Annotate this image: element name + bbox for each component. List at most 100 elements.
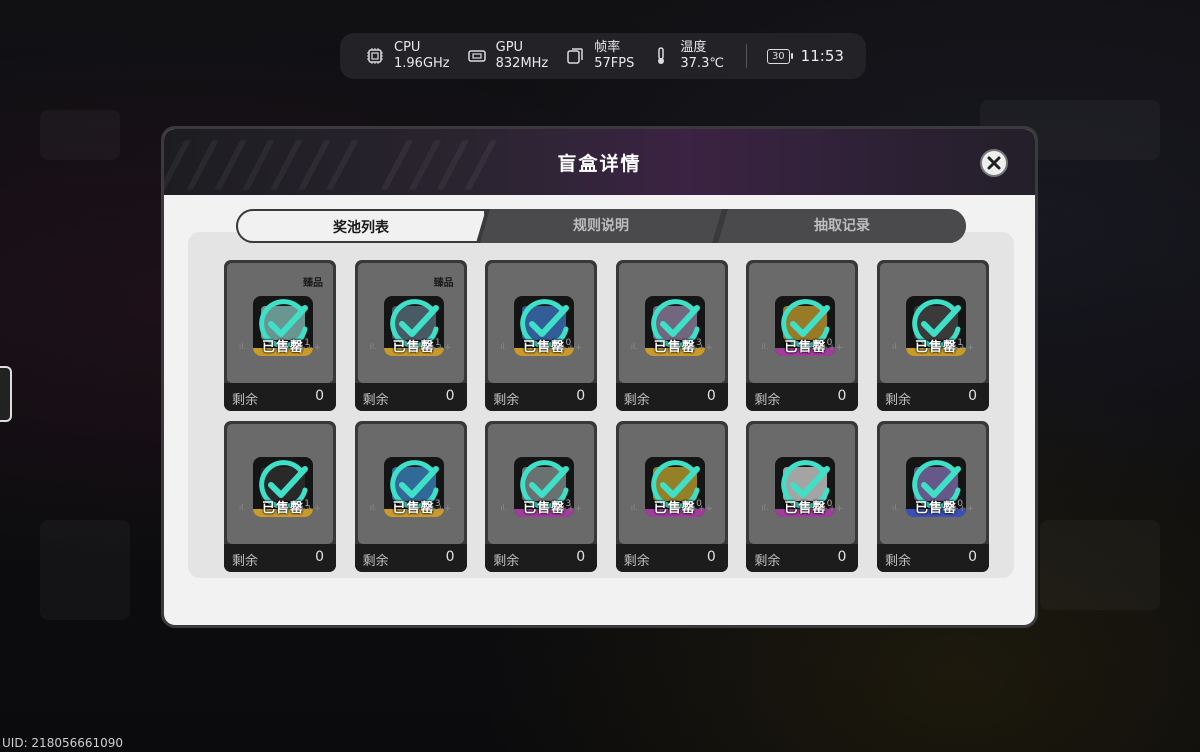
fps-value: 57FPS <box>594 56 635 71</box>
background-tile <box>40 110 120 160</box>
side-handle-button[interactable] <box>0 366 12 422</box>
card-decoration: +++ <box>298 343 321 353</box>
prize-card-footer: 剩余 0 <box>354 544 467 572</box>
remaining-label: 剩余 <box>885 393 912 408</box>
prize-card-face: 1 已售罄 ıl. +++ <box>880 263 986 383</box>
tab-prize-pool[interactable]: 奖池列表 <box>236 209 486 243</box>
remaining-label: 剩余 <box>623 554 650 569</box>
remaining-label: 剩余 <box>493 554 520 569</box>
remaining-count: 0 <box>445 388 455 404</box>
prize-card-face: 0 已售罄 ıl. +++ <box>749 424 856 544</box>
remaining-count: 0 <box>315 549 324 565</box>
card-decoration: ıl. <box>500 503 508 512</box>
prize-card[interactable]: 3 已售罄 ıl. +++ 剩余 0 <box>485 421 598 572</box>
card-decoration: +++ <box>951 343 974 353</box>
remaining-label: 剩余 <box>362 554 389 569</box>
background-tile <box>1040 520 1160 610</box>
card-decoration: +++ <box>428 343 452 353</box>
prize-card-face: 臻品 1 已售罄 ıl. +++ <box>357 263 464 383</box>
tab-rules[interactable]: 规则说明 <box>480 209 722 243</box>
card-decoration: ıl. <box>892 342 899 351</box>
prize-card-face: 0 已售罄 ıl. +++ <box>618 424 725 544</box>
card-decoration: ıl. <box>761 503 769 512</box>
background-tile <box>40 520 130 620</box>
cpu-label: CPU <box>394 40 421 55</box>
gpu-icon <box>467 47 486 65</box>
dialog-header: /////// //// 盲盒详情 <box>164 129 1035 199</box>
remaining-label: 剩余 <box>493 393 520 408</box>
featured-badge: 臻品 <box>303 278 323 289</box>
remaining-count: 0 <box>968 388 977 404</box>
prize-card-face: 0 已售罄 ıl. +++ <box>488 263 595 383</box>
user-id: UID: 218056661090 <box>2 736 124 750</box>
gpu-label: GPU <box>495 40 524 55</box>
temperature-value: 37.3℃ <box>680 56 724 71</box>
card-decoration: +++ <box>951 504 974 514</box>
battery-icon: 30 <box>766 48 793 64</box>
prize-card[interactable]: 1 已售罄 ıl. +++ 剩余 0 <box>224 421 336 572</box>
prize-card-footer: 剩余 0 <box>354 383 467 411</box>
tab-bar: 奖池列表 规则说明 抽取记录 <box>236 209 966 243</box>
prize-card-footer: 剩余 0 <box>224 544 336 572</box>
prize-card-footer: 剩余 0 <box>746 383 859 411</box>
fps-stat: 帧率 57FPS <box>566 40 634 72</box>
prize-card-footer: 剩余 0 <box>877 544 989 572</box>
prize-card-face: 0 已售罄 ıl. +++ <box>880 424 986 544</box>
prize-card-footer: 剩余 0 <box>615 544 728 572</box>
remaining-label: 剩余 <box>362 393 389 408</box>
prize-card-face: 臻品 1 已售罄 ıl. +++ <box>227 263 333 383</box>
cpu-value: 1.96GHz <box>394 56 450 71</box>
card-decoration: +++ <box>820 504 844 514</box>
tab-draw-history[interactable]: 抽取记录 <box>718 209 966 243</box>
remaining-count: 0 <box>576 388 586 404</box>
prize-card[interactable]: 0 已售罄 ıl. +++ 剩余 0 <box>746 260 859 411</box>
prize-card[interactable]: 臻品 1 已售罄 ıl. +++ 剩余 0 <box>224 260 336 411</box>
prize-card[interactable]: 3 已售罄 ıl. +++ 剩余 0 <box>354 421 467 572</box>
clock: 11:53 <box>800 47 844 65</box>
card-decoration: +++ <box>298 504 321 514</box>
card-decoration: +++ <box>690 343 713 353</box>
prize-card[interactable]: 3 已售罄 ıl. +++ 剩余 0 <box>615 260 728 411</box>
remaining-label: 剩余 <box>754 393 781 408</box>
close-button[interactable] <box>980 149 1008 177</box>
card-decoration: ıl. <box>369 503 377 512</box>
card-decoration: ıl. <box>630 503 638 512</box>
remaining-count: 0 <box>445 549 455 565</box>
prize-card-footer: 剩余 0 <box>746 544 859 572</box>
remaining-count: 0 <box>837 388 847 404</box>
card-decoration: +++ <box>428 504 452 514</box>
cpu-icon <box>366 47 384 65</box>
temperature-stat: 温度 37.3℃ <box>652 40 724 72</box>
remaining-label: 剩余 <box>754 554 781 569</box>
remaining-label: 剩余 <box>232 554 259 569</box>
prize-card-face: 0 已售罄 ıl. +++ <box>749 263 856 383</box>
prize-card[interactable]: 0 已售罄 ıl. +++ 剩余 0 <box>615 421 728 572</box>
prize-card-footer: 剩余 0 <box>877 383 989 411</box>
performance-overlay: CPU 1.96GHz GPU 832MHz 帧率 57FPS 温度 37.3℃ 30 … <box>340 33 866 79</box>
remaining-label: 剩余 <box>623 393 650 408</box>
prize-card[interactable]: 0 已售罄 ıl. +++ 剩余 0 <box>746 421 859 572</box>
close-icon <box>987 156 1001 170</box>
remaining-count: 0 <box>315 388 324 404</box>
prize-card[interactable]: 0 已售罄 ıl. +++ 剩余 0 <box>877 421 989 572</box>
featured-badge: 臻品 <box>433 278 454 289</box>
card-decoration: +++ <box>559 343 583 353</box>
temperature-label: 温度 <box>680 40 707 55</box>
dialog-title: 盲盒详情 <box>557 153 642 175</box>
remaining-count: 0 <box>706 549 716 565</box>
card-decoration: +++ <box>820 343 844 353</box>
remaining-count: 0 <box>968 549 977 565</box>
card-decoration: ıl. <box>630 342 638 351</box>
card-decoration: ıl. <box>892 503 899 512</box>
remaining-label: 剩余 <box>885 554 912 569</box>
card-decoration: ıl. <box>500 342 508 351</box>
cpu-stat: CPU 1.96GHz <box>366 40 450 72</box>
prize-card[interactable]: 1 已售罄 ıl. +++ 剩余 0 <box>877 260 989 411</box>
prize-card-footer: 剩余 0 <box>485 544 598 572</box>
blind-box-details-dialog: /////// //// 盲盒详情 奖池列表 规则说明 抽取记录 臻品 1 已售… <box>161 126 1038 628</box>
prize-card[interactable]: 臻品 1 已售罄 ıl. +++ 剩余 0 <box>354 260 467 411</box>
remaining-label: 剩余 <box>232 393 259 408</box>
remaining-count: 0 <box>576 549 586 565</box>
prize-card[interactable]: 0 已售罄 ıl. +++ 剩余 0 <box>485 260 598 411</box>
prize-card-footer: 剩余 0 <box>485 383 598 411</box>
